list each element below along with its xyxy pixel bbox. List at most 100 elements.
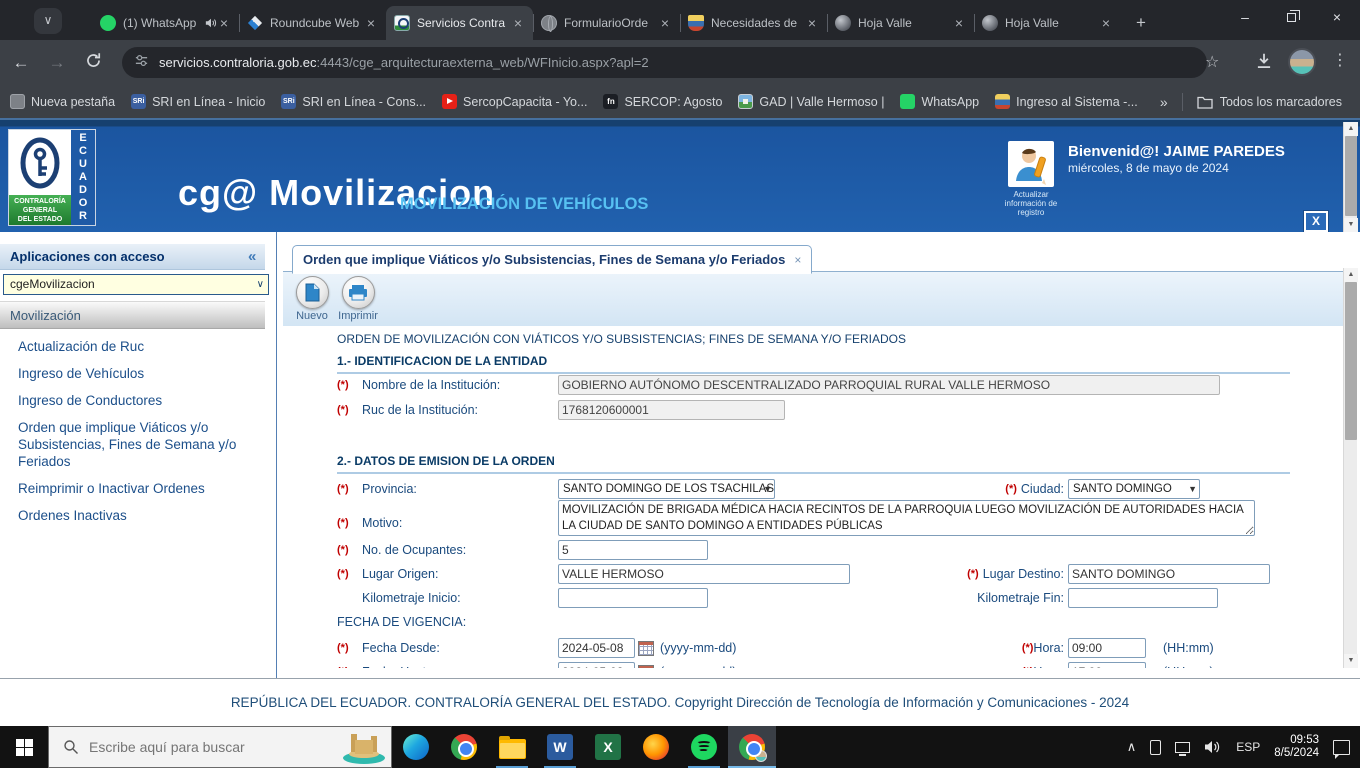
- tab-close-icon[interactable]: ×: [805, 15, 819, 31]
- browser-tab-necesidades[interactable]: Necesidades de ×: [680, 6, 827, 40]
- start-button[interactable]: [0, 726, 48, 768]
- volume-icon[interactable]: [1204, 740, 1222, 754]
- scroll-up-icon[interactable]: ▲: [1344, 122, 1358, 136]
- tab-search-button[interactable]: ∨: [34, 8, 62, 34]
- url-text[interactable]: servicios.contraloria.gob.ec:4443/cge_ar…: [159, 55, 649, 70]
- scrollbar-thumb[interactable]: [1345, 282, 1357, 440]
- bookmark-gad-valle-hermoso[interactable]: GAD | Valle Hermoso |: [738, 94, 884, 109]
- calendar-icon[interactable]: [638, 665, 654, 669]
- bookmark-sri-inicio[interactable]: SRiSRI en Línea - Inicio: [131, 94, 265, 109]
- scroll-up-icon[interactable]: ▲: [1344, 268, 1358, 282]
- browser-tab-whatsapp[interactable]: (1) WhatsApp ×: [92, 6, 239, 40]
- lugar-destino-input[interactable]: [1068, 564, 1270, 584]
- tab-close-icon[interactable]: ×: [364, 15, 378, 31]
- calendar-icon[interactable]: [638, 641, 654, 656]
- taskbar-explorer-button[interactable]: [488, 726, 536, 768]
- scrollbar-thumb[interactable]: [1345, 136, 1357, 216]
- tab-close-icon[interactable]: ×: [217, 15, 231, 31]
- bookmark-sercopcapacita[interactable]: SercopCapacita - Yo...: [442, 94, 587, 109]
- address-bar[interactable]: servicios.contraloria.gob.ec:4443/cge_ar…: [122, 47, 1207, 78]
- scroll-down-icon[interactable]: ▼: [1344, 654, 1358, 668]
- search-input[interactable]: [89, 739, 319, 755]
- browser-tab-servicios-active[interactable]: Servicios Contra ×: [386, 6, 533, 40]
- fecha-desde-input[interactable]: [558, 638, 635, 658]
- fecha-hasta-input[interactable]: [558, 662, 635, 668]
- lugar-origen-input[interactable]: [558, 564, 850, 584]
- reload-button[interactable]: [78, 52, 108, 74]
- window-close-button[interactable]: ×: [1314, 0, 1360, 34]
- browser-tab-roundcube[interactable]: Roundcube Web ×: [239, 6, 386, 40]
- downloads-icon[interactable]: [1254, 51, 1274, 71]
- tab-close-icon[interactable]: ×: [1099, 15, 1113, 31]
- sidebar-item-reimprimir[interactable]: Reimprimir o Inactivar Ordenes: [18, 480, 258, 497]
- search-highlight-image[interactable]: [341, 728, 387, 764]
- taskbar-excel-button[interactable]: X: [584, 726, 632, 768]
- sidebar-item-ordenes-inactivas[interactable]: Ordenes Inactivas: [18, 507, 258, 524]
- bookmark-whatsapp[interactable]: WhatsApp: [900, 94, 979, 109]
- taskbar-spotify-button[interactable]: [680, 726, 728, 768]
- site-settings-icon[interactable]: [134, 53, 149, 73]
- bookmark-ingreso-sistema[interactable]: Ingreso al Sistema -...: [995, 94, 1138, 109]
- window-restore-button[interactable]: [1268, 0, 1314, 34]
- print-button[interactable]: Imprimir: [335, 276, 381, 326]
- bookmark-sercop-agosto[interactable]: fnSERCOP: Agosto: [603, 94, 722, 109]
- device-icon[interactable]: [1150, 740, 1161, 755]
- ruc-input[interactable]: [558, 400, 785, 420]
- browser-tab-hoja-valle-2[interactable]: Hoja Valle ×: [974, 6, 1121, 40]
- forward-button[interactable]: →: [42, 53, 72, 73]
- content-scrollbar[interactable]: ▲ ▼: [1343, 268, 1357, 668]
- document-tab-close-icon[interactable]: ×: [794, 253, 801, 267]
- new-tab-button[interactable]: +: [1128, 10, 1154, 36]
- ocupantes-input[interactable]: [558, 540, 708, 560]
- taskbar-word-button[interactable]: W: [536, 726, 584, 768]
- ciudad-select[interactable]: SANTO DOMINGO ▼: [1068, 479, 1200, 499]
- document-tab[interactable]: Orden que implique Viáticos y/o Subsiste…: [292, 245, 812, 274]
- network-icon[interactable]: [1175, 742, 1190, 753]
- hora-desde-input[interactable]: [1068, 638, 1146, 658]
- action-center-icon[interactable]: [1333, 740, 1350, 755]
- sidebar-item-ingreso-vehiculos[interactable]: Ingreso de Vehículos: [18, 365, 258, 382]
- tab-close-icon[interactable]: ×: [952, 15, 966, 31]
- taskbar-search[interactable]: [48, 726, 392, 768]
- tab-close-icon[interactable]: ×: [511, 15, 525, 31]
- bookmarks-overflow-icon[interactable]: »: [1160, 94, 1168, 110]
- sidebar-collapse-icon[interactable]: «: [248, 244, 256, 270]
- taskbar-firefox-button[interactable]: [632, 726, 680, 768]
- app-close-button[interactable]: X: [1304, 211, 1328, 232]
- hora-hasta-input[interactable]: [1068, 662, 1146, 668]
- profile-avatar[interactable]: [1288, 48, 1316, 76]
- bookmark-sri-consultas[interactable]: SRiSRI en Línea - Cons...: [281, 94, 426, 109]
- browser-tab-formulario[interactable]: FormularioOrde ×: [533, 6, 680, 40]
- taskbar-chrome-active-button[interactable]: [728, 726, 776, 768]
- browser-tab-hoja-valle-1[interactable]: Hoja Valle ×: [827, 6, 974, 40]
- sidebar-item-orden-viaticos[interactable]: Orden que implique Viáticos y/o Subsiste…: [18, 419, 258, 470]
- km-inicio-input[interactable]: [558, 588, 708, 608]
- fecha-hasta-label: Fecha Hasta:: [362, 665, 558, 668]
- tray-chevron-icon[interactable]: ∧: [1127, 739, 1137, 755]
- taskbar-clock[interactable]: 09:53 8/5/2024: [1274, 734, 1319, 760]
- new-button[interactable]: Nuevo: [289, 276, 335, 326]
- tab-close-icon[interactable]: ×: [658, 15, 672, 31]
- language-indicator[interactable]: ESP: [1236, 740, 1260, 754]
- bookmark-star-icon[interactable]: ☆: [1205, 52, 1219, 72]
- update-info-button[interactable]: [1008, 141, 1054, 187]
- header-scrollbar[interactable]: ▲ ▼: [1343, 122, 1357, 232]
- application-select[interactable]: cgeMovilizacion ∨: [3, 274, 269, 295]
- institution-input[interactable]: [558, 375, 1220, 395]
- km-fin-input[interactable]: [1068, 588, 1218, 608]
- tab-audio-icon[interactable]: [205, 17, 217, 29]
- taskbar-edge-button[interactable]: [392, 726, 440, 768]
- scroll-down-icon[interactable]: ▼: [1344, 218, 1358, 232]
- institution-row: (*) Nombre de la Institución:: [283, 373, 1343, 397]
- required-marker: (*): [337, 517, 362, 529]
- motivo-textarea[interactable]: MOVILIZACIÓN DE BRIGADA MÉDICA HACIA REC…: [558, 500, 1255, 536]
- taskbar-chrome-button[interactable]: [440, 726, 488, 768]
- provincia-select[interactable]: SANTO DOMINGO DE LOS TSACHILAS ▼: [558, 479, 775, 499]
- browser-menu-icon[interactable]: ⋮: [1332, 50, 1348, 70]
- all-bookmarks-button[interactable]: Todos los marcadores: [1197, 95, 1342, 109]
- window-minimize-button[interactable]: –: [1222, 0, 1268, 34]
- sidebar-item-ingreso-conductores[interactable]: Ingreso de Conductores: [18, 392, 258, 409]
- sidebar-item-actualizacion-ruc[interactable]: Actualización de Ruc: [18, 338, 258, 355]
- back-button[interactable]: ←: [6, 53, 36, 73]
- bookmark-nueva-pestana[interactable]: Nueva pestaña: [10, 94, 115, 109]
